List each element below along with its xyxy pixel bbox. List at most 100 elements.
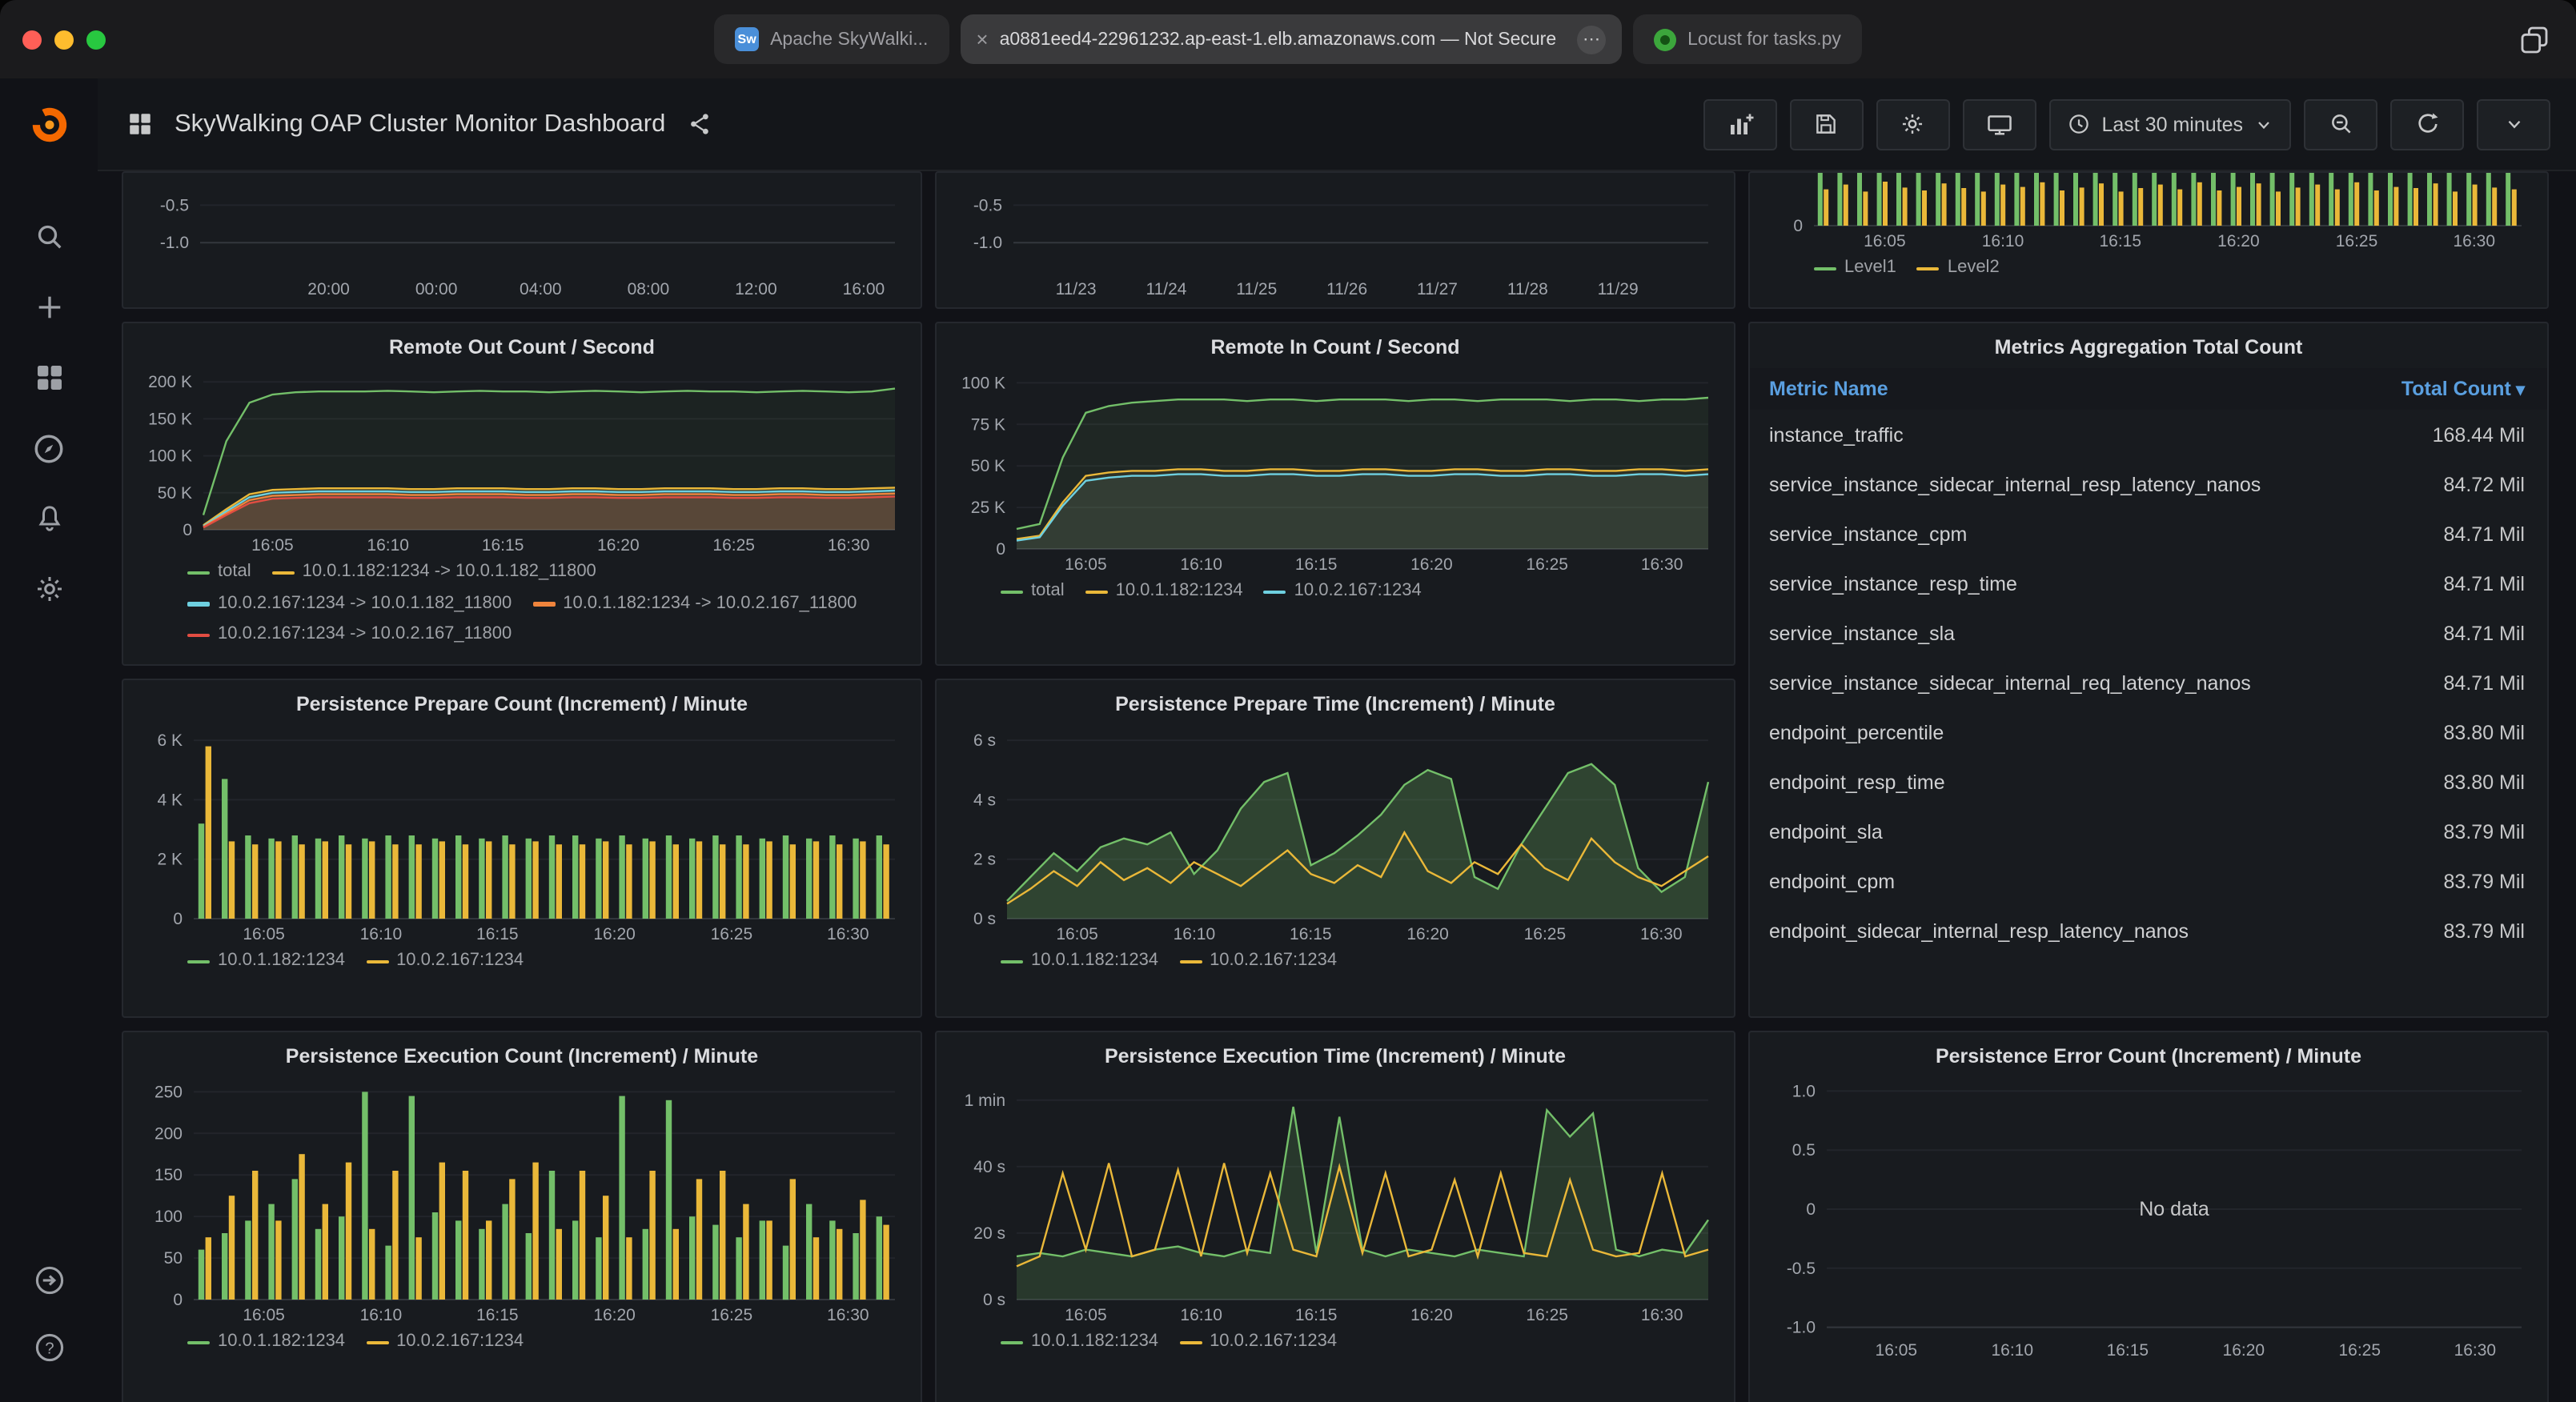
grafana-logo[interactable] [30,105,68,143]
table-row: endpoint_sla83.79 Mil [1750,807,2547,856]
panel-title[interactable]: Metrics Aggregation Total Count [1750,333,2547,368]
svg-text:40 s: 40 s [973,1158,1005,1176]
minimize-window-button[interactable] [54,30,74,49]
table-row: service_instance_sla84.71 Mil [1750,608,2547,658]
panel-title[interactable]: Persistence Execution Count (Increment) … [139,1042,905,1074]
legend-item[interactable]: 10.0.1.182:1234 -> 10.0.1.182_11800 [272,557,596,588]
svg-text:0 s: 0 s [983,1291,1005,1309]
dashboard-settings-button[interactable] [1876,98,1950,150]
share-icon[interactable] [681,105,720,143]
svg-text:16:05: 16:05 [1056,925,1098,943]
legend-item[interactable]: Level2 [1917,253,2000,284]
svg-text:16:15: 16:15 [1295,555,1338,574]
panel-title[interactable]: Persistence Execution Time (Increment) /… [953,1042,1718,1074]
alerting-icon[interactable] [30,499,68,538]
configuration-gear-icon[interactable] [30,570,68,608]
help-icon[interactable]: ? [30,1328,68,1367]
remote-in-legend[interactable]: total 10.0.1.182:1234 10.0.2.167:1234 [953,576,1718,607]
legend-item[interactable]: 10.0.2.167:1234 [366,1327,524,1358]
svg-text:1 min: 1 min [965,1092,1005,1110]
refresh-button[interactable] [2390,98,2464,150]
legend-item[interactable]: 10.0.1.182:1234 [1001,946,1158,977]
tab-overview-icon[interactable] [2515,20,2554,58]
tab-skywalking[interactable]: Sw Apache SkyWalki... [714,14,949,64]
svg-text:16:25: 16:25 [712,536,755,555]
svg-text:16:30: 16:30 [1641,555,1683,574]
legend-item[interactable]: 10.0.2.167:1234 [1264,576,1422,607]
explore-icon[interactable] [30,429,68,467]
legend-item[interactable]: 10.0.1.182:1234 [187,946,345,977]
svg-text:16:20: 16:20 [1410,1306,1453,1324]
panel-title[interactable]: Remote In Count / Second [953,333,1718,365]
add-panel-button[interactable] [1703,98,1777,150]
legend-item[interactable]: Level1 [1814,253,1896,284]
tab-locust[interactable]: Locust for tasks.py [1633,14,1862,64]
svg-text:11/27: 11/27 [1417,280,1458,298]
panel-metrics-table: Metrics Aggregation Total Count Metric N… [1748,322,2549,1018]
svg-text:16:10: 16:10 [360,925,403,943]
time-range-picker[interactable]: Last 30 minutes [2049,98,2292,150]
legend-item[interactable]: 10.0.2.167:1234 -> 10.0.1.182_11800 [187,588,512,619]
panel-title[interactable]: Persistence Error Count (Increment) / Mi… [1766,1042,2531,1074]
exec-time-legend[interactable]: 10.0.1.182:1234 10.0.2.167:1234 [953,1327,1718,1358]
close-window-button[interactable] [22,30,42,49]
sort-desc-icon [2511,378,2525,400]
chevron-down-icon [2254,114,2273,134]
svg-text:16:00: 16:00 [843,280,885,298]
legend-item[interactable]: 10.0.2.167:1234 [366,946,524,977]
legend-item[interactable]: 10.0.2.167:1234 [1179,946,1337,977]
legend-item[interactable]: 10.0.1.182:1234 [1001,1327,1158,1358]
apps-grid-icon[interactable] [120,105,158,143]
svg-text:75 K: 75 K [971,415,1005,434]
tab-more-icon[interactable] [1577,25,1606,54]
legend-item[interactable]: total [187,557,251,588]
svg-text:0: 0 [173,910,183,928]
level-legend[interactable]: Level1 Level2 [1766,253,2531,284]
legend-item[interactable]: 10.0.1.182:1234 [187,1327,345,1358]
exec-count-legend[interactable]: 10.0.1.182:1234 10.0.2.167:1234 [139,1327,905,1358]
locust-favicon [1654,28,1676,50]
sign-in-icon[interactable] [30,1261,68,1300]
zoom-window-button[interactable] [86,30,106,49]
tab-grafana-active[interactable]: × a0881eed4-22961232.ap-east-1.elb.amazo… [960,14,1622,64]
svg-text:No data: No data [2139,1198,2209,1220]
svg-text:16:20: 16:20 [593,1306,636,1324]
dashboards-icon[interactable] [30,359,68,397]
zoom-out-time-button[interactable] [2304,98,2377,150]
prepare-count-legend[interactable]: 10.0.1.182:1234 10.0.2.167:1234 [139,946,905,977]
screen: Sw Apache SkyWalki... × a0881eed4-229612… [0,0,2576,1402]
table-row: service_instance_sidecar_internal_req_la… [1750,658,2547,707]
grafana-sidebar: ? [0,78,98,1402]
legend-item[interactable]: 10.0.1.182:1234 -> 10.0.2.167_11800 [532,588,857,619]
panel-title[interactable]: Persistence Prepare Count (Increment) / … [139,690,905,722]
svg-text:16:10: 16:10 [1174,925,1216,943]
legend-item[interactable]: 10.0.1.182:1234 [1085,576,1243,607]
panel-title[interactable]: Remote Out Count / Second [139,333,905,365]
column-header-metric-name[interactable]: Metric Name [1769,378,1888,400]
refresh-interval-dropdown[interactable] [2477,98,2550,150]
svg-text:50: 50 [164,1249,183,1268]
legend-item[interactable]: total [1001,576,1065,607]
svg-text:16:10: 16:10 [1180,555,1222,574]
search-icon[interactable] [30,218,68,256]
create-icon[interactable] [30,288,68,326]
column-header-total-count[interactable]: Total Count [2401,378,2525,400]
prepare-time-legend[interactable]: 10.0.1.182:1234 10.0.2.167:1234 [953,946,1718,977]
svg-text:250: 250 [154,1083,183,1101]
svg-text:16:30: 16:30 [2453,232,2495,250]
svg-text:6 s: 6 s [973,731,996,750]
error-count-chart: 1.00.50-0.5-1.016:0516:1016:1516:2016:25… [1766,1074,2531,1362]
legend-item[interactable]: 10.0.2.167:1234 -> 10.0.2.167_11800 [187,619,512,650]
svg-text:20 s: 20 s [973,1224,1005,1243]
remote-out-legend[interactable]: total 10.0.1.182:1234 -> 10.0.1.182_11800… [139,557,905,650]
legend-item[interactable]: 10.0.2.167:1234 [1179,1327,1337,1358]
panel-title[interactable]: Persistence Prepare Time (Increment) / M… [953,690,1718,722]
svg-text:16:30: 16:30 [827,1306,869,1324]
svg-text:-1.0: -1.0 [1787,1319,1816,1337]
panel-prepare-time: Persistence Prepare Time (Increment) / M… [935,679,1735,1018]
cycle-view-mode-button[interactable] [1963,98,2036,150]
save-dashboard-button[interactable] [1790,98,1864,150]
svg-text:20:00: 20:00 [307,280,350,298]
close-tab-icon[interactable]: × [976,27,988,51]
svg-text:16:15: 16:15 [1290,925,1332,943]
